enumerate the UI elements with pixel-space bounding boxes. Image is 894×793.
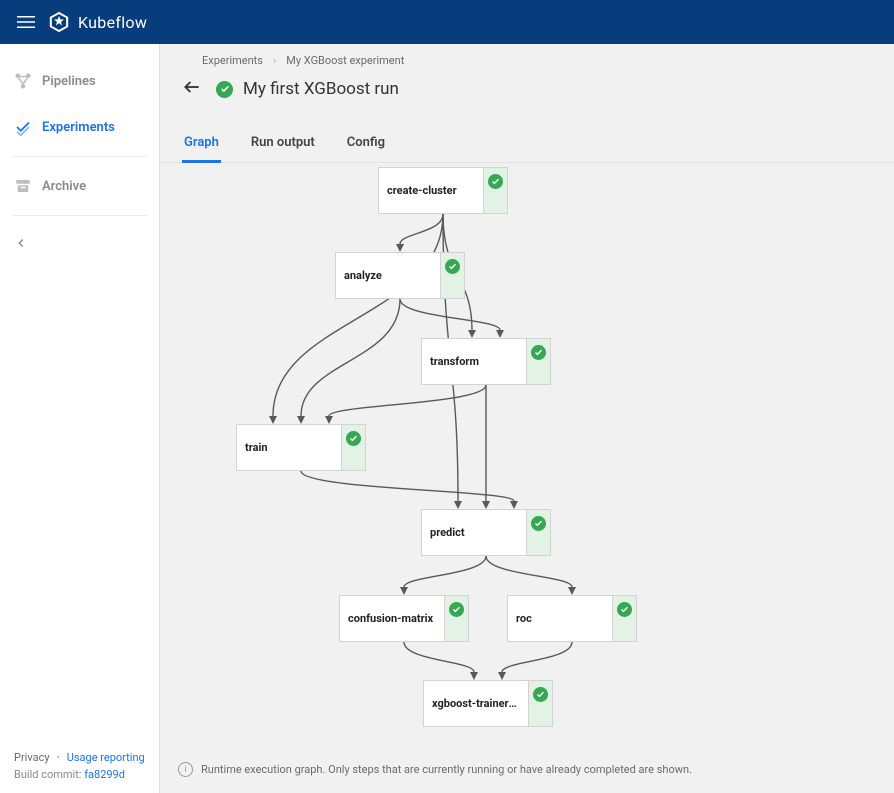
sidebar-footer: Privacy • Usage reporting Build commit: … — [0, 742, 159, 793]
graph-node-xgb-trainer[interactable]: xgboost-trainer-wh… — [423, 680, 553, 727]
info-icon: i — [178, 762, 193, 777]
sidebar: Pipelines Experiments Archive Privacy • … — [0, 44, 160, 793]
tab-config[interactable]: Config — [345, 129, 387, 162]
archive-icon — [14, 177, 32, 195]
app-header: Kubeflow — [0, 0, 894, 44]
check-circle-icon — [488, 174, 503, 189]
sidebar-item-label: Experiments — [42, 120, 115, 135]
check-circle-icon — [445, 259, 460, 274]
tab-bar: Graph Run output Config — [160, 105, 894, 163]
node-status — [483, 168, 507, 213]
tab-graph[interactable]: Graph — [182, 129, 221, 163]
main-content: Experiments › My XGBoost experiment My f… — [160, 44, 894, 793]
node-label: create-cluster — [379, 167, 483, 214]
separator-dot: • — [56, 751, 60, 764]
logo[interactable]: Kubeflow — [48, 11, 147, 33]
tab-label: Graph — [184, 135, 219, 150]
breadcrumb: Experiments › My XGBoost experiment — [160, 44, 894, 67]
sidebar-item-archive[interactable]: Archive — [0, 169, 159, 203]
check-circle-icon — [449, 602, 464, 617]
node-status — [528, 681, 552, 726]
sidebar-divider — [12, 156, 147, 157]
node-status — [444, 596, 468, 641]
graph-footer-note: i Runtime execution graph. Only steps th… — [160, 762, 894, 777]
check-circle-icon — [531, 516, 546, 531]
pipelines-icon — [14, 72, 32, 90]
hamburger-icon — [17, 13, 35, 31]
tab-label: Run output — [251, 135, 315, 150]
check-circle-icon — [617, 602, 632, 617]
check-circle-icon — [533, 687, 548, 702]
back-button[interactable] — [178, 73, 206, 105]
check-circle-icon — [531, 345, 546, 360]
sidebar-item-experiments[interactable]: Experiments — [0, 110, 159, 144]
node-label: transform — [422, 338, 526, 385]
privacy-link[interactable]: Privacy — [14, 751, 50, 764]
usage-reporting-link[interactable]: Usage reporting — [67, 751, 145, 764]
graph-node-transform[interactable]: transform — [421, 338, 551, 385]
page-title-row: My first XGBoost run — [160, 67, 894, 105]
tab-run-output[interactable]: Run output — [249, 129, 317, 162]
sidebar-item-pipelines[interactable]: Pipelines — [0, 64, 159, 98]
arrow-left-icon — [182, 77, 202, 97]
kubeflow-logo-icon — [48, 11, 70, 33]
chevron-left-icon — [14, 236, 28, 250]
node-label: predict — [422, 509, 526, 556]
experiments-icon — [14, 118, 32, 136]
sidebar-item-label: Archive — [42, 179, 86, 194]
graph-node-analyze[interactable]: analyze — [335, 252, 465, 299]
node-label: analyze — [336, 252, 440, 299]
hamburger-menu-button[interactable] — [12, 8, 40, 36]
breadcrumb-experiments[interactable]: Experiments — [202, 54, 263, 67]
note-text: Runtime execution graph. Only steps that… — [201, 763, 692, 776]
node-label: xgboost-trainer-wh… — [424, 680, 528, 727]
graph-node-confusion-matrix[interactable]: confusion-matrix — [339, 595, 469, 642]
sidebar-divider — [12, 215, 147, 216]
app-name: Kubeflow — [78, 13, 147, 32]
tab-label: Config — [347, 135, 385, 150]
graph-node-roc[interactable]: roc — [507, 595, 637, 642]
node-label: confusion-matrix — [340, 595, 444, 642]
graph-canvas[interactable]: create-cluster analyze transform train p… — [160, 163, 894, 763]
run-status-success-icon — [216, 81, 233, 98]
sidebar-item-label: Pipelines — [42, 74, 96, 89]
node-status — [526, 510, 550, 555]
node-status — [440, 253, 464, 298]
node-status — [612, 596, 636, 641]
collapse-sidebar-button[interactable] — [0, 228, 159, 262]
node-status — [526, 339, 550, 384]
check-circle-icon — [346, 431, 361, 446]
build-commit-prefix: Build commit: — [14, 768, 84, 781]
build-commit-link[interactable]: fa8299d — [84, 768, 125, 781]
node-label: roc — [508, 595, 612, 642]
graph-node-create-cluster[interactable]: create-cluster — [378, 167, 508, 214]
page-title: My first XGBoost run — [243, 79, 399, 99]
chevron-right-icon: › — [273, 54, 276, 67]
graph-node-predict[interactable]: predict — [421, 509, 551, 556]
node-status — [341, 425, 365, 470]
breadcrumb-experiment-name[interactable]: My XGBoost experiment — [286, 54, 404, 67]
node-label: train — [237, 424, 341, 471]
graph-node-train[interactable]: train — [236, 424, 366, 471]
